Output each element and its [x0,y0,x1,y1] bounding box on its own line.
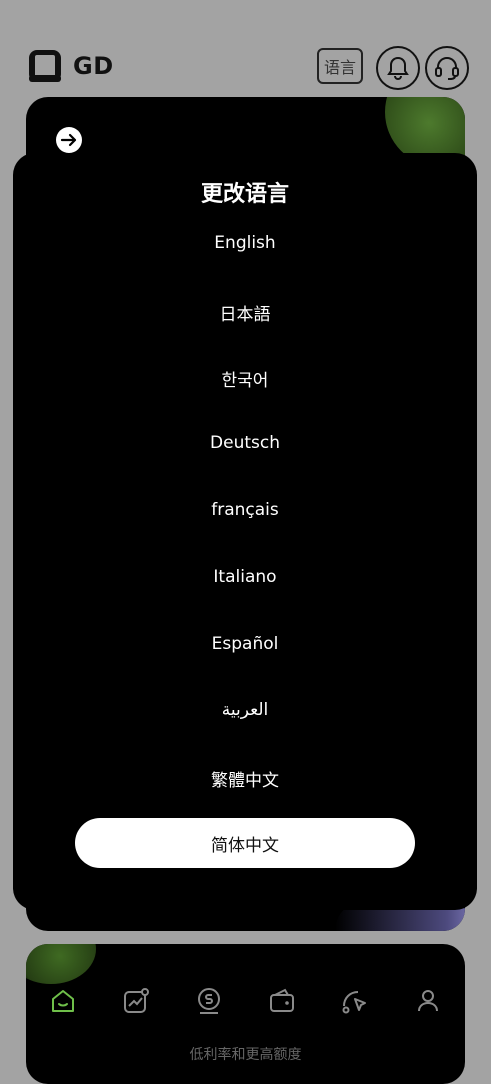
chart-icon[interactable] [121,986,151,1016]
language-option-italian[interactable]: Italiano [13,567,477,587]
headset-icon [435,56,459,80]
modal-title: 更改语言 [200,182,289,207]
language-modal: 更改语言 English 日本語 한국어 Deutsch français It… [13,153,477,910]
brand-name: GD [73,52,114,80]
customer-support-button[interactable] [425,46,469,90]
language-option-spanish[interactable]: Español [13,634,477,654]
language-option-simplified-chinese-selected[interactable]: 简体中文 [75,818,415,868]
wallet-icon[interactable] [267,986,297,1016]
language-option-japanese[interactable]: 日本語 [13,300,477,325]
pointer-icon[interactable] [340,986,370,1016]
home-icon[interactable] [48,986,78,1016]
language-button[interactable]: 语言 [317,48,363,84]
coin-icon[interactable] [194,986,224,1016]
bell-icon [387,56,409,81]
language-option-korean[interactable]: 한국어 [13,366,477,391]
decorative-blob [26,944,96,984]
language-option-german[interactable]: Deutsch [13,433,477,453]
language-option-english[interactable]: English [13,233,477,253]
language-option-traditional-chinese[interactable]: 繁體中文 [13,766,477,791]
nav-caption: 低利率和更高额度 [189,1047,302,1063]
user-icon[interactable] [413,986,443,1016]
language-option-french[interactable]: français [13,500,477,520]
bottom-nav: 低利率和更高额度 [26,944,465,1084]
arrow-right-icon[interactable] [54,125,84,155]
language-option-arabic[interactable]: العربية [13,700,477,720]
app-header: GD 语言 [0,0,491,100]
brand-logo-icon [29,50,61,82]
notification-button[interactable] [376,46,420,90]
